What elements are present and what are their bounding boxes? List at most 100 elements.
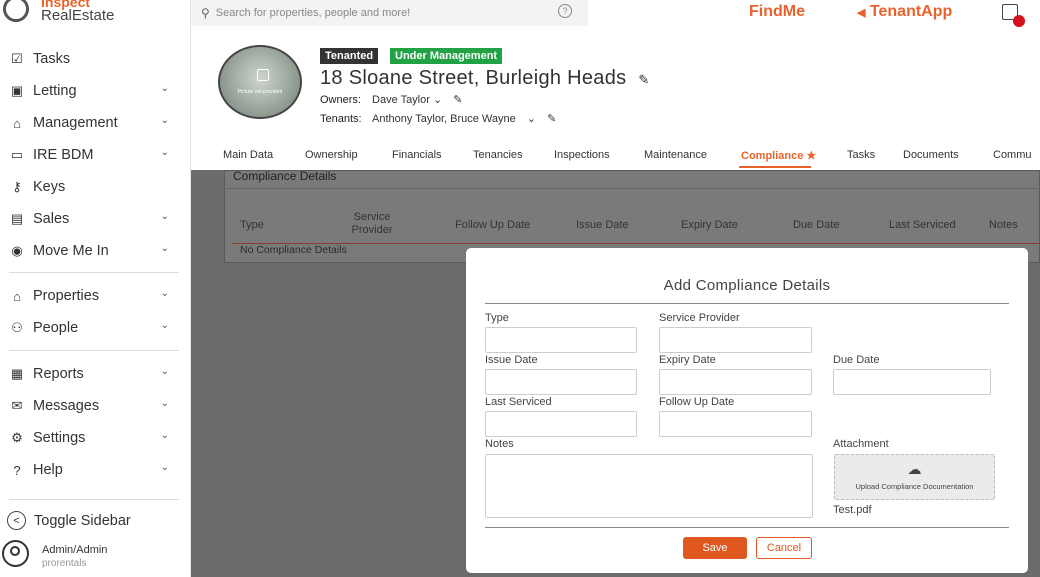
chevron-down-icon[interactable]: ⌄ bbox=[161, 430, 169, 441]
column-header-notes: Notes bbox=[989, 219, 1018, 231]
sidebar-item-label: Settings bbox=[33, 430, 86, 446]
cloud-upload-icon: ☁ bbox=[907, 461, 922, 477]
sidebar-divider bbox=[9, 350, 179, 351]
sidebar-item-messages[interactable]: ✉ Messages ⌄ bbox=[9, 394, 179, 418]
properties-icon: ⌂ bbox=[13, 288, 21, 304]
edit-pencil-icon[interactable]: ✎ bbox=[453, 94, 462, 106]
sidebar-item-reports[interactable]: ▦ Reports ⌄ bbox=[9, 362, 179, 386]
chevron-down-icon[interactable]: ⌄ bbox=[161, 366, 169, 377]
edit-pencil-icon[interactable]: ✎ bbox=[547, 113, 556, 125]
search-input[interactable]: Search for properties, people and more! bbox=[216, 7, 410, 19]
sidebar-item-management[interactable]: ⌂ Management ⌄ bbox=[9, 111, 179, 135]
tab-documents[interactable]: Documents bbox=[903, 149, 959, 161]
findme-link[interactable]: FindMe bbox=[749, 3, 805, 21]
table-header-divider bbox=[232, 243, 1040, 244]
upload-documentation-button[interactable]: ☁ Upload Compliance Documentation bbox=[834, 454, 995, 500]
chevron-down-icon[interactable]: ⌄ bbox=[161, 115, 169, 126]
tab-communications[interactable]: Commu bbox=[993, 149, 1032, 161]
notification-dot bbox=[1013, 15, 1025, 27]
expiry-date-input[interactable] bbox=[659, 369, 812, 395]
sidebar-item-letting[interactable]: ▣ Letting ⌄ bbox=[9, 79, 179, 103]
due-date-input[interactable] bbox=[833, 369, 991, 395]
chevron-down-icon[interactable]: ⌄ bbox=[161, 398, 169, 409]
tab-ownership[interactable]: Ownership bbox=[305, 149, 358, 161]
sales-icon: ▤ bbox=[10, 211, 24, 226]
tasks-icon: ☑ bbox=[11, 51, 23, 66]
last-serviced-input[interactable] bbox=[485, 411, 637, 437]
property-photo[interactable]: Picture not provided bbox=[218, 45, 302, 119]
upload-label: Upload Compliance Documentation bbox=[855, 482, 974, 491]
chevron-down-icon[interactable]: ⌄ bbox=[161, 288, 169, 299]
notes-label: Notes bbox=[485, 438, 514, 450]
sidebar-item-move-me-in[interactable]: ◉ Move Me In ⌄ bbox=[9, 239, 179, 263]
tab-tasks[interactable]: Tasks bbox=[847, 149, 875, 161]
sidebar-item-label: Letting bbox=[33, 83, 77, 99]
sidebar-item-keys[interactable]: ⚷ Keys bbox=[9, 175, 179, 199]
tab-tenancies[interactable]: Tenancies bbox=[473, 149, 523, 161]
chevron-down-icon[interactable]: ⌄ bbox=[433, 94, 442, 106]
sidebar-item-people[interactable]: ⚇ People ⌄ bbox=[9, 316, 179, 340]
type-input[interactable] bbox=[485, 327, 637, 353]
save-button[interactable]: Save bbox=[683, 537, 747, 559]
photo-caption: Picture not provided bbox=[237, 89, 283, 95]
tab-maintenance[interactable]: Maintenance bbox=[644, 149, 707, 161]
sidebar-item-settings[interactable]: ⚙ Settings ⌄ bbox=[9, 426, 179, 450]
sidebar-item-help[interactable]: ? Help ⌄ bbox=[9, 458, 179, 482]
sidebar-item-ire-bdm[interactable]: ▭ IRE BDM ⌄ bbox=[9, 143, 179, 167]
tab-financials[interactable]: Financials bbox=[392, 149, 442, 161]
sidebar-item-properties[interactable]: ⌂ Properties ⌄ bbox=[9, 284, 179, 308]
sidebar-item-tasks[interactable]: ☑ Tasks bbox=[9, 47, 179, 71]
chevron-down-icon[interactable]: ⌄ bbox=[161, 147, 169, 158]
chevron-down-icon[interactable]: ⌄ bbox=[161, 83, 169, 94]
chevron-down-icon[interactable]: ⌄ bbox=[161, 320, 169, 331]
chevron-down-icon[interactable]: ⌄ bbox=[161, 462, 169, 473]
tab-inspections[interactable]: Inspections bbox=[554, 149, 610, 161]
tenantapp-link[interactable]: ◀ TenantApp bbox=[857, 3, 952, 21]
status-badge-tenanted: Tenanted bbox=[320, 48, 379, 64]
tab-compliance[interactable]: Compliance ★ bbox=[741, 149, 816, 162]
bdm-icon: ▭ bbox=[10, 147, 24, 162]
owners-row: Owners: Dave Taylor ⌄ ✎ bbox=[320, 93, 462, 106]
tab-bar: Main Data Ownership Financials Tenancies… bbox=[191, 149, 1040, 170]
tenants-row: Tenants: Anthony Taylor, Bruce Wayne ⌄ ✎ bbox=[320, 112, 556, 125]
tab-main-data[interactable]: Main Data bbox=[223, 149, 273, 161]
sidebar-divider bbox=[9, 272, 179, 273]
sidebar: Inspect RealEstate ☑ Tasks ▣ Letting ⌄ ⌂ Man… bbox=[0, 0, 191, 577]
attachment-label: Attachment bbox=[833, 438, 889, 450]
sidebar-item-label: Messages bbox=[33, 398, 100, 414]
issue-date-input[interactable] bbox=[485, 369, 637, 395]
cancel-button[interactable]: Cancel bbox=[756, 537, 812, 559]
image-placeholder-icon bbox=[257, 69, 269, 81]
messages-icon: ✉ bbox=[11, 398, 23, 413]
follow-up-date-label: Follow Up Date bbox=[659, 396, 735, 408]
notes-textarea[interactable] bbox=[485, 454, 813, 518]
chevron-down-icon[interactable]: ⌄ bbox=[161, 243, 169, 254]
user-name: Admin/Admin bbox=[42, 544, 108, 556]
notifications-icon[interactable] bbox=[1002, 4, 1025, 27]
logo[interactable]: Inspect RealEstate bbox=[3, 0, 114, 26]
chevron-down-icon[interactable]: ⌄ bbox=[527, 113, 536, 125]
user-org: prorentals bbox=[42, 558, 87, 569]
tenantapp-label: TenantApp bbox=[869, 3, 953, 20]
attached-file-name[interactable]: Test.pdf bbox=[833, 504, 872, 516]
management-icon: ⌂ bbox=[13, 115, 21, 131]
edit-pencil-icon[interactable]: ✎ bbox=[638, 72, 649, 87]
tenants-value[interactable]: Anthony Taylor, Bruce Wayne bbox=[372, 113, 516, 125]
toggle-sidebar-button[interactable]: < Toggle Sidebar bbox=[7, 511, 131, 530]
service-provider-label: Service Provider bbox=[659, 312, 740, 324]
letting-icon: ▣ bbox=[10, 83, 24, 98]
keys-icon: ⚷ bbox=[12, 179, 22, 194]
type-label: Type bbox=[485, 312, 509, 324]
sidebar-item-sales[interactable]: ▤ Sales ⌄ bbox=[9, 207, 179, 231]
follow-up-date-input[interactable] bbox=[659, 411, 812, 437]
modal-title: Add Compliance Details bbox=[663, 277, 831, 294]
logo-icon bbox=[3, 0, 29, 22]
send-icon: ◀ bbox=[857, 7, 866, 19]
owners-value[interactable]: Dave Taylor bbox=[372, 94, 430, 106]
user-profile[interactable]: Admin/Admin prorentals bbox=[2, 540, 107, 569]
logo-line2: RealEstate bbox=[41, 7, 115, 24]
help-circle-icon[interactable]: ? bbox=[558, 4, 572, 18]
chevron-down-icon[interactable]: ⌄ bbox=[161, 211, 169, 222]
service-provider-input[interactable] bbox=[659, 327, 812, 353]
search-bar[interactable]: ⚲ Search for properties, people and more… bbox=[191, 0, 588, 26]
